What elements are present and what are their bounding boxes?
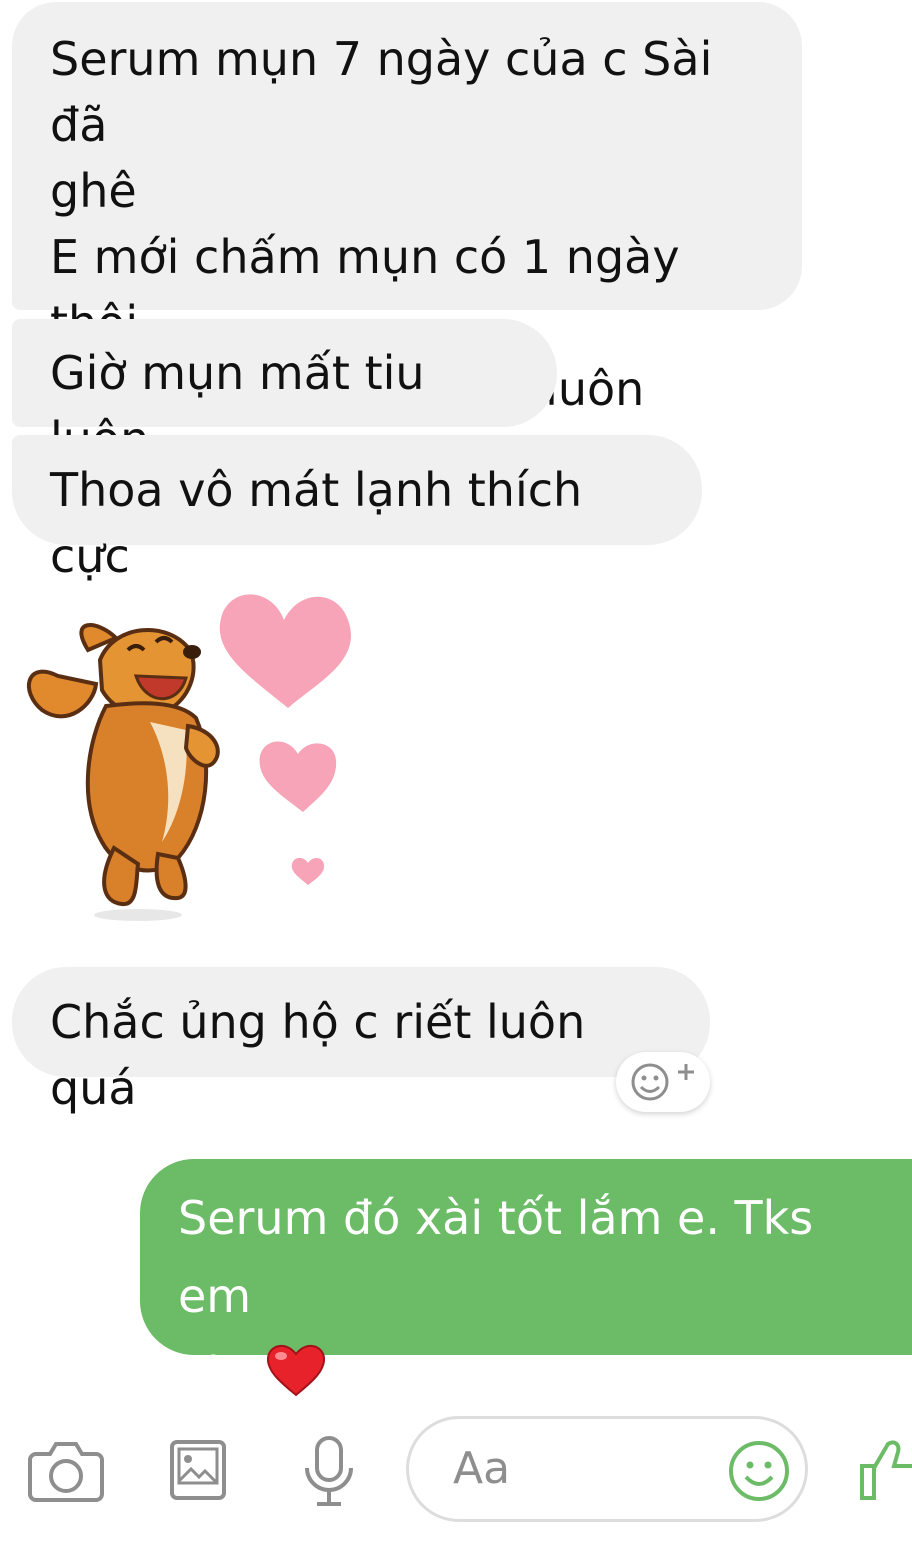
red-heart-emoji-icon [265,1340,327,1421]
incoming-message-bubble[interactable]: Chắc ủng hộ c riết luôn quá [12,967,710,1115]
emoji-icon[interactable] [727,1439,791,1507]
thumbs-up-icon[interactable] [858,1436,912,1506]
gallery-icon[interactable] [168,1438,230,1508]
add-reaction-icon [631,1063,694,1101]
incoming-message-bubble[interactable]: Serum mụn 7 ngày của c Sài đã ghê E mới … [12,2,802,416]
message-input[interactable]: Aa [406,1416,808,1522]
medium-heart-icon [259,741,337,812]
small-heart-icon [291,857,325,885]
add-reaction-button[interactable] [616,1052,710,1112]
message-input-placeholder: Aa [453,1443,511,1494]
incoming-message-bubble[interactable]: Giờ mụn mất tiu luôn [12,319,557,466]
incoming-message-bubble[interactable]: Thoa vô mát lạnh thích cực [12,435,702,583]
large-heart-icon [219,594,351,708]
microphone-icon[interactable] [300,1434,358,1514]
corgi-with-hearts-sticker[interactable] [18,580,368,930]
camera-icon[interactable] [28,1438,104,1508]
outgoing-message-bubble[interactable]: Serum đó xài tốt lắm e. Tks em nha [140,1159,912,1401]
corgi-sticker-image [26,594,351,921]
